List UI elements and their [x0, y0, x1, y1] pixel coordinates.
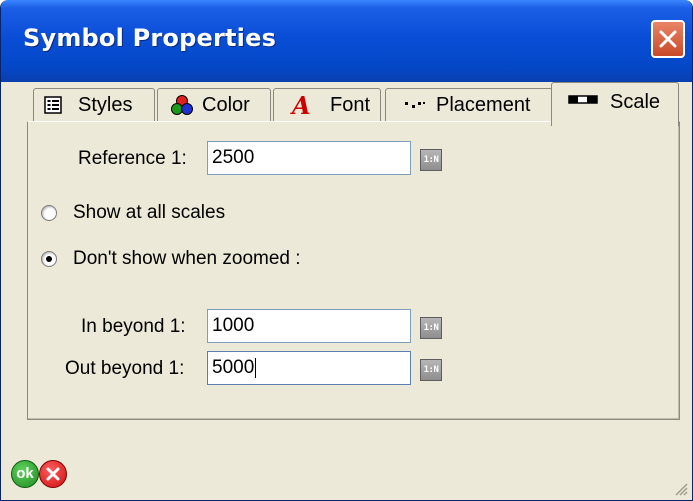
tab-placement-label: Placement: [436, 94, 531, 116]
cancel-button[interactable]: [39, 460, 67, 488]
symbol-properties-window: Symbol Properties Styles Color A Font Pl…: [0, 0, 693, 501]
tab-styles-label: Styles: [78, 94, 133, 116]
radio-show-all-label[interactable]: Show at all scales: [73, 202, 225, 224]
ok-button[interactable]: ok: [11, 460, 39, 488]
color-circles-icon: [171, 95, 193, 115]
title-bar[interactable]: Symbol Properties: [1, 0, 692, 82]
tab-placement[interactable]: Placement: [385, 88, 553, 122]
tab-color[interactable]: Color: [157, 88, 271, 122]
out-beyond-scale-button[interactable]: 1:N: [420, 359, 442, 381]
list-icon: [44, 96, 62, 114]
out-beyond-input[interactable]: 5000: [207, 351, 411, 385]
close-icon: [659, 30, 677, 48]
in-beyond-input[interactable]: 1000: [207, 309, 411, 343]
tab-scale[interactable]: Scale: [551, 82, 679, 126]
reference-scale-input[interactable]: 2500: [207, 141, 411, 175]
text-caret: [255, 357, 257, 378]
radio-dont-show-zoomed[interactable]: [41, 251, 57, 267]
close-button[interactable]: [651, 20, 685, 58]
in-beyond-scale-button[interactable]: 1:N: [420, 317, 442, 339]
reference-scale-button[interactable]: 1:N: [420, 149, 442, 171]
resize-grip-icon[interactable]: [674, 482, 688, 496]
tab-font[interactable]: A Font: [273, 88, 381, 122]
tab-font-label: Font: [330, 94, 371, 116]
font-a-icon: A: [292, 91, 311, 120]
in-beyond-label: In beyond 1:: [81, 316, 186, 337]
cancel-icon: [46, 467, 60, 481]
scale-bar-icon: [568, 95, 598, 104]
radio-dont-show-label[interactable]: Don't show when zoomed :: [73, 248, 301, 270]
window-title: Symbol Properties: [23, 24, 277, 52]
out-beyond-value: 5000: [212, 357, 255, 378]
reference-label: Reference 1:: [78, 148, 187, 169]
placement-dots-icon: [405, 102, 425, 108]
radio-show-all-scales[interactable]: [41, 205, 57, 221]
tab-styles[interactable]: Styles: [33, 88, 155, 122]
out-beyond-label: Out beyond 1:: [65, 358, 185, 379]
tab-scale-label: Scale: [610, 91, 661, 113]
tab-color-label: Color: [202, 94, 250, 116]
